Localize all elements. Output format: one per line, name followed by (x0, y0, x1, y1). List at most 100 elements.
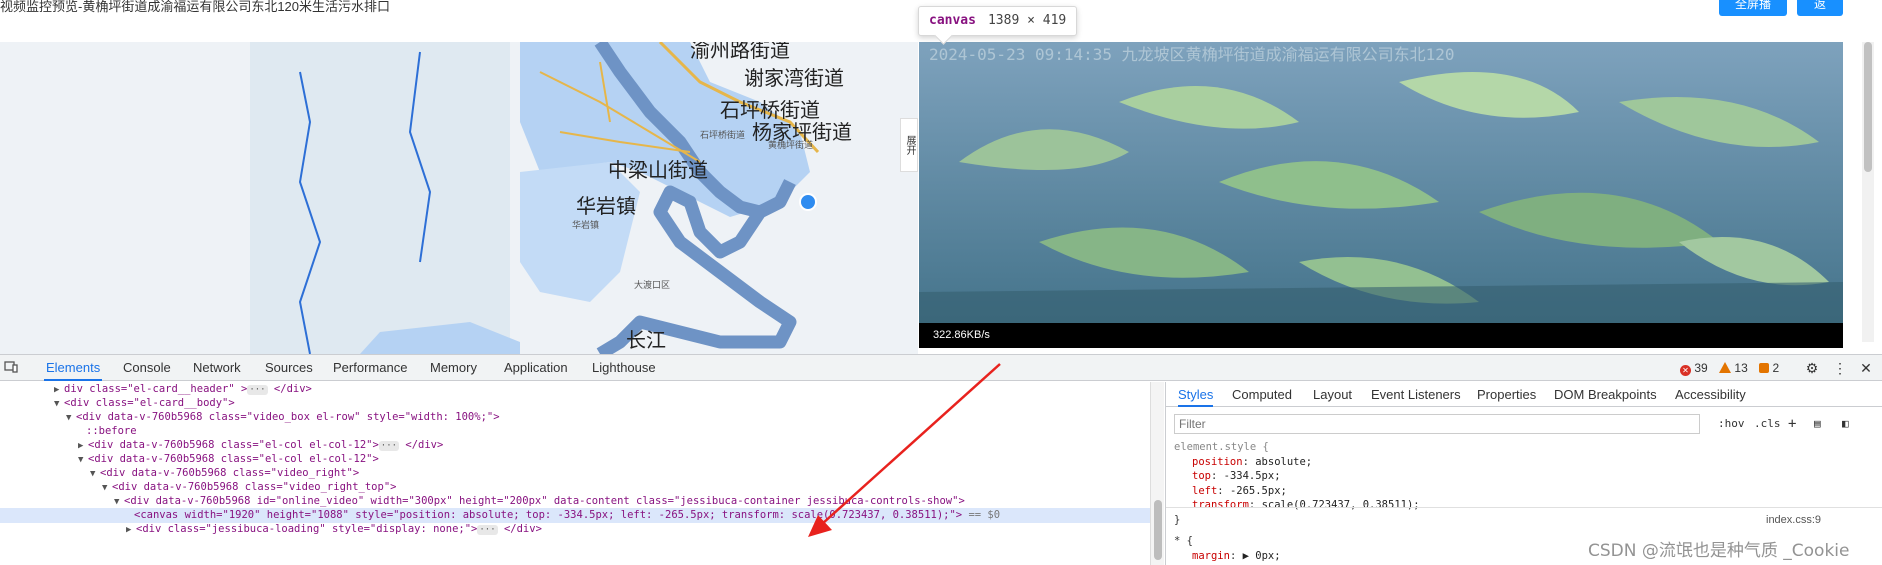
devtools-tabbar: Elements Console Network Sources Perform… (0, 355, 1882, 381)
css-source-link[interactable]: index.css:9 (1766, 514, 1821, 526)
dom-node-text: <div data-v-760b5968 class="el-col el-co… (88, 453, 379, 465)
tab-lighthouse[interactable]: Lighthouse (590, 355, 658, 381)
info-icon (1759, 363, 1770, 373)
tab-console[interactable]: Console (121, 355, 173, 381)
dom-node-text: <div data-v-760b5968 class="video_right_… (112, 481, 397, 493)
css-property: top (1192, 470, 1211, 482)
tab-performance[interactable]: Performance (331, 355, 409, 381)
map-label-changjiang: 长江 (626, 328, 666, 352)
class-toggle-button[interactable]: .cls (1754, 414, 1781, 434)
tab-dom-breakpoints[interactable]: DOM Breakpoints (1554, 382, 1657, 407)
tab-network[interactable]: Network (191, 355, 243, 381)
collapse-triangle-icon[interactable]: ▶ (1243, 550, 1249, 562)
warning-icon (1719, 362, 1732, 373)
hover-state-button[interactable]: :hov (1718, 414, 1745, 434)
devtools-panel: Elements Console Network Sources Perform… (0, 354, 1882, 565)
css-declaration[interactable]: top: -334.5px; (1174, 469, 1874, 484)
tab-accessibility[interactable]: Accessibility (1675, 382, 1746, 407)
css-property: position (1192, 455, 1243, 468)
dom-node-close: </div> (503, 523, 542, 535)
dom-node[interactable]: ▼ <div data-v-760b5968 class="video_right… (0, 466, 1150, 481)
css-property: margin (1192, 549, 1230, 562)
back-button[interactable]: 返回 (1797, 0, 1843, 35)
page-scrollbar[interactable] (1862, 42, 1874, 342)
scroll-thumb[interactable] (1154, 500, 1162, 560)
dom-node[interactable]: ▼ <div class="el-card__body"> (0, 396, 1150, 411)
tab-layout[interactable]: Layout (1313, 382, 1352, 407)
video-osd-text: 2024-05-23 09:14:35 九龙坡区黄桷坪街道成渝福运有限公司东北1… (929, 45, 1455, 64)
dom-tree[interactable]: ▶ div class="el-card__header" > ··· </div>… (0, 382, 1155, 565)
dom-node-selected-canvas[interactable]: <canvas width="1920" height="1088" style… (0, 508, 1150, 523)
element-style-selector: element.style { (1174, 441, 1269, 453)
district-region (250, 42, 510, 354)
dom-node[interactable]: ▶ div class="el-card__header" > ··· </div> (0, 382, 1150, 397)
map-label-huayan: 华岩镇 (576, 194, 636, 218)
close-devtools-icon[interactable]: ✕ (1857, 359, 1875, 377)
tab-properties[interactable]: Properties (1477, 382, 1536, 407)
issues-counter[interactable]: ✕ 39 13 2 (1680, 355, 1779, 381)
styles-filter-input[interactable] (1174, 414, 1700, 434)
tab-memory[interactable]: Memory (428, 355, 479, 381)
dom-node[interactable]: ▶ <div data-v-760b5968 class="el-col el-c… (0, 438, 1150, 453)
computed-styles-toggle-icon[interactable]: ▤ (1814, 414, 1821, 434)
element-inspector-tooltip: canvas 1389 × 419 (918, 6, 1078, 36)
map-panel[interactable]: 渝州路街道 谢家湾街道 石坪桥街道 杨家坪街道 中梁山街道 华岩镇 长江 石坪桥… (0, 42, 918, 354)
dom-node-text: <div data-v-760b5968 class="el-col el-co… (88, 439, 379, 451)
tooltip-dimensions: 1389 × 419 (987, 13, 1067, 28)
sidebar-toggle-icon[interactable]: ◧ (1842, 414, 1849, 434)
dom-node[interactable]: ::before (0, 424, 1150, 439)
scroll-thumb[interactable] (1864, 42, 1872, 172)
error-count: 39 (1694, 361, 1708, 375)
css-declaration[interactable]: transform: scale(0.723437, 0.38511); (1174, 498, 1874, 513)
fullscreen-button[interactable]: 全屏播放 (1719, 0, 1787, 35)
dom-node-close: </div> (273, 383, 312, 395)
ellipsis-icon[interactable]: ··· (477, 525, 498, 535)
settings-gear-icon[interactable]: ⚙ (1803, 359, 1821, 377)
camera-marker[interactable] (799, 193, 817, 211)
tab-computed[interactable]: Computed (1232, 382, 1292, 407)
dom-node-text: <div data-v-760b5968 class="video_box el… (76, 411, 500, 423)
css-value: scale(0.723437, 0.38511); (1261, 499, 1420, 511)
dom-node[interactable]: ▶ <div class="jessibuca-loading" style="d… (0, 522, 1150, 537)
css-value: 0px; (1255, 549, 1281, 562)
dom-node-text: ::before (86, 425, 137, 437)
filter-row: :hov .cls + ▤ ◧ (1174, 414, 1874, 434)
tab-application[interactable]: Application (502, 355, 570, 381)
dom-node-text: <div data-v-760b5968 class="video_right"… (100, 467, 360, 479)
map-collapse-tab[interactable]: 展开 (900, 118, 918, 172)
more-options-icon[interactable]: ⋮ (1831, 359, 1849, 377)
video-status-bar: 322.86KB/s (919, 323, 1843, 348)
dom-node-ref: == $0 (968, 509, 1001, 521)
csdn-watermark: CSDN @流氓也是种气质 _Cookie (1588, 541, 1850, 561)
device-toolbar-icon[interactable] (4, 360, 18, 374)
info-count: 2 (1772, 361, 1780, 375)
error-icon: ✕ (1680, 365, 1691, 376)
dom-scrollbar[interactable] (1150, 382, 1164, 565)
tab-event-listeners[interactable]: Event Listeners (1371, 382, 1461, 407)
map-small-label: 华岩镇 (572, 221, 600, 231)
expand-triangle-icon[interactable]: ▶ (126, 523, 136, 538)
map-small-label: 大渡口区 (634, 281, 671, 291)
dom-node-text: <div class="el-card__body"> (64, 397, 235, 409)
dom-node[interactable]: ▼ <div data-v-760b5968 id="online_video" … (0, 494, 1150, 509)
tab-elements[interactable]: Elements (44, 355, 103, 381)
dom-node-text: <div data-v-760b5968 id="online_video" w… (124, 495, 965, 507)
video-frame: 2024-05-23 09:14:35 九龙坡区黄桷坪街道成渝福运有限公司东北1… (919, 42, 1843, 348)
rule-divider (1166, 507, 1882, 508)
new-rule-button[interactable]: + (1788, 414, 1796, 434)
css-declaration[interactable]: left: -265.5px; (1174, 484, 1874, 499)
dom-node[interactable]: ▼ <div data-v-760b5968 class="el-col el-c… (0, 452, 1150, 467)
css-declaration[interactable]: position: absolute; (1174, 455, 1874, 470)
css-value: absolute; (1255, 455, 1313, 468)
video-canvas[interactable]: 2024-05-23 09:14:35 九龙坡区黄桷坪街道成渝福运有限公司东北1… (919, 42, 1843, 348)
dom-node[interactable]: ▼ <div data-v-760b5968 class="video_box e… (0, 410, 1150, 425)
ellipsis-icon[interactable]: ··· (378, 441, 400, 451)
css-property: left (1192, 484, 1218, 497)
tab-sources[interactable]: Sources (263, 355, 315, 381)
page-title: 视频监控预览-黄桷坪街道成渝福运有限公司东北120米生活污水排口 (0, 0, 391, 14)
dom-node-close: </div> (405, 439, 444, 451)
dom-node[interactable]: ▼ <div data-v-760b5968 class="video_right… (0, 480, 1150, 495)
tab-styles[interactable]: Styles (1178, 382, 1214, 407)
warning-count: 13 (1734, 361, 1748, 375)
ellipsis-icon[interactable]: ··· (247, 385, 268, 395)
